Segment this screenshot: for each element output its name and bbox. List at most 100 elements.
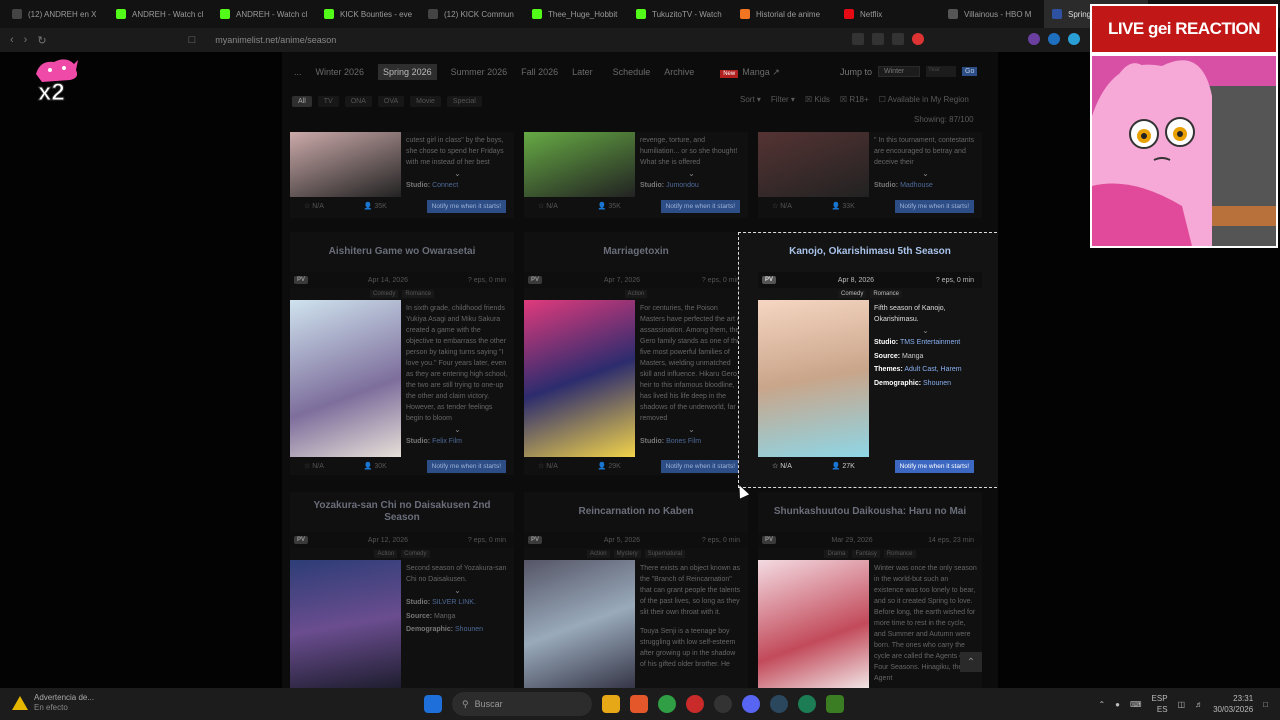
anime-title[interactable]: Kanojo, Okarishimasu 5th Season	[758, 232, 982, 272]
share-icon[interactable]	[892, 33, 904, 45]
pv-badge[interactable]: PV	[294, 276, 309, 284]
app-icon[interactable]	[826, 695, 844, 713]
chevron-down-icon[interactable]: ⌄	[640, 168, 743, 179]
studio-link[interactable]: SILVER LINK.	[432, 599, 476, 606]
browser-tab[interactable]: (12) ANDREH en X	[4, 0, 108, 28]
genre-tag[interactable]: Comedy	[837, 290, 867, 298]
browser-tab[interactable]: TukuzitoTV - Watch	[628, 0, 732, 28]
studio-link[interactable]: Felix Film	[432, 438, 462, 445]
bookmark-icon[interactable]: □	[189, 34, 196, 46]
genre-tag[interactable]: Supernatural	[644, 550, 686, 558]
volume-icon[interactable]: ♬	[1195, 700, 1203, 709]
chevron-up-icon[interactable]: ⌃	[1098, 700, 1105, 709]
notify-button[interactable]: Notify me when it starts!	[426, 199, 506, 213]
season-later[interactable]: Later	[572, 67, 593, 77]
genre-tag[interactable]: Comedy	[369, 290, 399, 298]
browser-tab[interactable]: Historial de anime	[732, 0, 836, 28]
studio-link[interactable]: Madhouse	[900, 182, 933, 189]
studio-link[interactable]: Connect	[432, 182, 458, 189]
demographic-link[interactable]: Shounen	[455, 626, 483, 633]
anime-cover[interactable]	[758, 132, 869, 197]
notify-button[interactable]: Notify me when it starts!	[660, 199, 740, 213]
browser-tab[interactable]: Thee_Huge_Hobbit	[524, 0, 628, 28]
clock[interactable]: 23:31 30/03/2026	[1213, 693, 1253, 715]
demographic-link[interactable]: Shounen	[923, 380, 951, 387]
browser-tab[interactable]: KICK Bounties - eve	[316, 0, 420, 28]
notify-button[interactable]: Notify me when it starts!	[894, 459, 974, 473]
studio-link[interactable]: Bones Film	[666, 438, 701, 445]
anime-cover[interactable]	[290, 132, 401, 197]
filter-dropdown[interactable]: Filter ▾	[771, 95, 795, 104]
genre-tag[interactable]: Comedy	[401, 550, 430, 558]
notify-button[interactable]: Notify me when it starts!	[660, 459, 740, 473]
obs-icon[interactable]	[714, 695, 732, 713]
genre-tag[interactable]: Mystery	[613, 550, 641, 558]
r18-checkbox[interactable]: ☒ R18+	[840, 95, 869, 104]
pv-badge[interactable]: PV	[294, 536, 309, 544]
chevron-down-icon[interactable]: ⌄	[874, 168, 977, 179]
genre-tag[interactable]: Fantasy	[852, 550, 880, 558]
type-tab[interactable]: Movie	[410, 96, 441, 107]
windows-start-icon[interactable]	[424, 695, 442, 713]
season-tab[interactable]: Fall 2026	[521, 67, 558, 77]
browser-tab[interactable]: ANDREH - Watch cl	[108, 0, 212, 28]
anime-title[interactable]: Yozakura-san Chi no Daisakusen 2nd Seaso…	[290, 492, 514, 532]
chevron-down-icon[interactable]: ⌄	[874, 325, 977, 336]
season-tab[interactable]: Summer 2026	[451, 67, 508, 77]
url-text[interactable]: myanimelist.net/anime/season	[215, 35, 336, 45]
genre-tag[interactable]: Romance	[883, 550, 916, 558]
reload-icon[interactable]: ↻	[37, 34, 46, 47]
type-tab[interactable]: TV	[317, 96, 339, 107]
genre-tag[interactable]: Action	[586, 550, 610, 558]
chrome-icon[interactable]	[658, 695, 676, 713]
translate-icon[interactable]	[852, 33, 864, 45]
genre-tag[interactable]: Romance	[402, 290, 435, 298]
microphone-icon[interactable]: ●	[1115, 700, 1120, 709]
studio-link[interactable]: Jumondou	[666, 182, 699, 189]
anime-cover[interactable]	[524, 560, 635, 688]
back-icon[interactable]: ‹	[10, 34, 14, 46]
browser-tab[interactable]: Netflix	[836, 0, 940, 28]
genre-tag[interactable]: Action	[374, 550, 398, 558]
season-tab-active[interactable]: Spring 2026	[378, 64, 437, 80]
schedule-link[interactable]: Schedule	[613, 67, 651, 77]
region-checkbox[interactable]: ☐ Available in My Region	[879, 95, 969, 104]
extension-icon[interactable]	[1068, 33, 1080, 45]
discord-icon[interactable]	[742, 695, 760, 713]
season-select[interactable]: Winter	[878, 66, 921, 77]
genre-tag[interactable]: Romance	[870, 290, 903, 298]
pv-badge[interactable]: PV	[528, 276, 543, 284]
genre-tag[interactable]: Drama	[824, 550, 849, 558]
app-icon[interactable]	[798, 695, 816, 713]
brave-icon[interactable]	[630, 695, 648, 713]
keyboard-icon[interactable]: ⌨	[1130, 700, 1142, 709]
manga-link[interactable]: New Manga ↗	[720, 67, 780, 78]
notify-button[interactable]: Notify me when it starts!	[894, 199, 974, 213]
season-prev[interactable]: ...	[294, 67, 302, 77]
chevron-down-icon[interactable]: ⌄	[640, 424, 743, 435]
sort-dropdown[interactable]: Sort ▾	[740, 95, 761, 104]
browser-tab[interactable]: (12) KICK Commun	[420, 0, 524, 28]
chevron-down-icon[interactable]: ⌄	[406, 424, 509, 435]
forward-icon[interactable]: ›	[24, 34, 28, 46]
extension-icon[interactable]	[1048, 33, 1060, 45]
type-tab[interactable]: OVA	[377, 96, 405, 107]
anime-cover[interactable]	[524, 300, 635, 457]
anime-title[interactable]: Marriagetoxin	[524, 232, 748, 272]
anime-title[interactable]: Aishiteru Game wo Owarasetai	[290, 232, 514, 272]
pv-badge[interactable]: PV	[528, 536, 543, 544]
go-button[interactable]: Go	[962, 67, 978, 76]
language-indicator[interactable]: ESP ES	[1152, 693, 1168, 715]
chevron-down-icon[interactable]: ⌄	[406, 168, 509, 179]
kids-checkbox[interactable]: ☒ Kids	[805, 95, 830, 104]
pv-badge[interactable]: PV	[762, 276, 777, 284]
steam-icon[interactable]	[770, 695, 788, 713]
screenshot-icon[interactable]	[872, 33, 884, 45]
warning-notification[interactable]: Advertencia de... En efecto	[12, 693, 94, 713]
anime-cover[interactable]	[758, 560, 869, 688]
genre-tag[interactable]: Action	[624, 290, 648, 298]
type-tab[interactable]: ONA	[344, 96, 372, 107]
type-tab[interactable]: Special	[446, 96, 482, 107]
anime-cover[interactable]	[290, 300, 401, 457]
type-tab[interactable]: All	[292, 96, 312, 107]
